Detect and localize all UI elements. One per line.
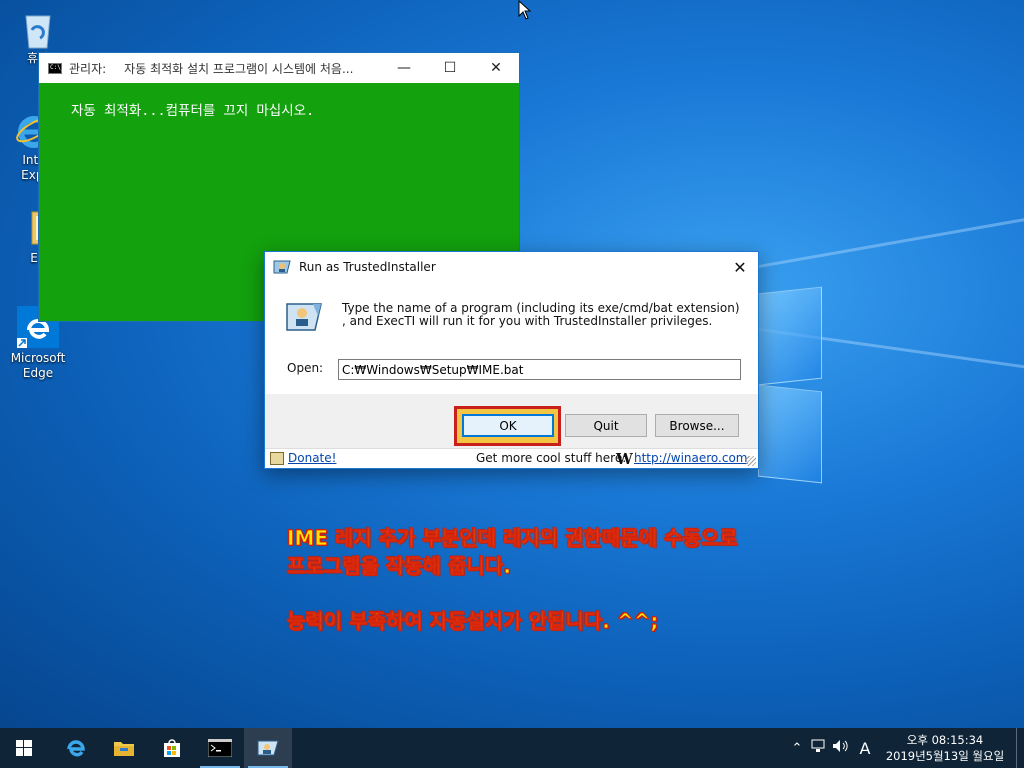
run-as-trustedinstaller-dialog[interactable]: Run as TrustedInstaller ✕ Type the name … — [264, 251, 759, 469]
execti-large-icon — [286, 303, 322, 331]
more-stuff-text: Get more cool stuff here: — [476, 451, 627, 465]
dialog-footer: Donate! Get more cool stuff here: W http… — [265, 448, 758, 468]
ime-indicator[interactable]: A — [852, 739, 878, 758]
network-icon[interactable] — [808, 739, 830, 757]
store-icon — [164, 739, 180, 757]
browse-button[interactable]: Browse... — [655, 414, 739, 437]
clock-time: 오후 08:15:34 — [906, 733, 984, 747]
annotation-line-1: IME 레지 추가 부분인데 레지의 권한때문에 수동으로 — [287, 526, 739, 551]
dialog-content: Type the name of a program (including it… — [265, 282, 758, 394]
cmd-icon — [48, 62, 64, 74]
console-output: 자동 최적화...컴퓨터를 끄지 마십시오. — [39, 83, 519, 119]
volume-icon[interactable] — [830, 739, 852, 757]
desktop-icon-label: Microsoft Edge — [10, 351, 66, 380]
wallpaper-logo-pane — [758, 286, 822, 386]
clock[interactable]: 오후 08:15:34 2019년5월13일 월요일 — [878, 732, 1012, 764]
open-input[interactable] — [338, 359, 741, 380]
taskbar-execti-button[interactable] — [244, 728, 292, 768]
annotation-line-3: 능력이 부족하여 자동설치가 안됩니다. ^^; — [287, 609, 659, 634]
start-button[interactable] — [0, 728, 48, 768]
show-desktop-button[interactable] — [1016, 728, 1024, 768]
maximize-button[interactable]: ☐ — [427, 53, 473, 83]
taskbar-file-explorer-button[interactable] — [100, 728, 148, 768]
winaero-link[interactable]: http://winaero.com — [634, 451, 748, 465]
console-title: 자동 최적화 설치 프로그램이 시스템에 처음... — [124, 61, 354, 76]
console-message: 자동 최적화...컴퓨터를 끄지 마십시오. — [71, 103, 315, 119]
file-explorer-icon — [114, 742, 134, 756]
donate-link[interactable]: Donate! — [288, 451, 336, 465]
execti-app-icon — [273, 260, 291, 274]
taskbar-cmd-button[interactable] — [196, 728, 244, 768]
taskbar-store-button[interactable] — [148, 728, 196, 768]
donate-icon — [270, 452, 284, 465]
dialog-description: Type the name of a program (including it… — [342, 301, 740, 328]
close-button[interactable]: ✕ — [473, 53, 519, 83]
desktop-icon-label: E — [30, 251, 38, 265]
wallpaper-logo-pane — [758, 384, 822, 484]
taskbar: ⌃ A 오후 08:15:34 2019년5월13일 월요일 — [0, 728, 1024, 768]
annotation-line-2: 프로그램을 작동해 줍니다. — [287, 554, 512, 579]
clock-date: 2019년5월13일 월요일 — [885, 749, 1005, 763]
quit-button[interactable]: Quit — [565, 414, 647, 437]
console-titlebar[interactable]: 관리자: 자동 최적화 설치 프로그램이 시스템에 처음... — ☐ ✕ — [39, 53, 519, 83]
taskbar-edge-button[interactable] — [52, 728, 100, 768]
console-title-admin: 관리자: — [69, 61, 107, 76]
ok-button[interactable]: OK — [462, 414, 554, 437]
chevron-up-icon[interactable]: ⌃ — [786, 741, 808, 756]
recycle-bin-icon — [18, 8, 58, 49]
resize-grip[interactable] — [746, 456, 756, 466]
edge-icon — [67, 740, 85, 757]
cmd-icon — [208, 739, 232, 757]
system-tray: ⌃ A 오후 08:15:34 2019년5월13일 월요일 — [786, 728, 1024, 768]
dialog-close-button[interactable]: ✕ — [722, 252, 758, 282]
dialog-title: Run as TrustedInstaller — [299, 260, 436, 274]
dialog-titlebar[interactable]: Run as TrustedInstaller ✕ — [265, 252, 758, 282]
minimize-button[interactable]: — — [381, 53, 427, 83]
execti-app-icon — [257, 740, 279, 756]
winaero-logo: W — [616, 450, 633, 468]
windows-start-icon — [16, 740, 32, 756]
open-label: Open: — [287, 361, 324, 375]
mouse-cursor-icon — [518, 0, 532, 20]
desktop: 휴가 Inte Expl E Microsoft Edge 관리자: 자동 최적… — [0, 0, 1024, 728]
